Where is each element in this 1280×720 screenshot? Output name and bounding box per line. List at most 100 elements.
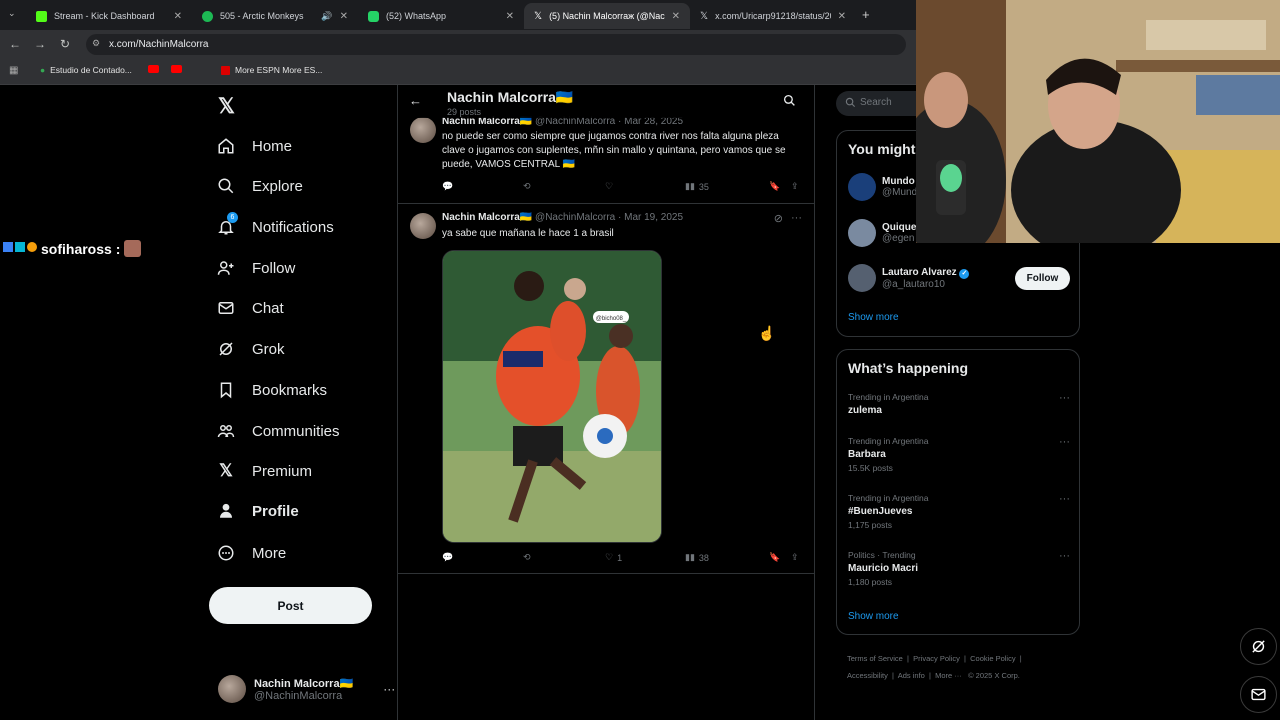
- close-icon[interactable]: ✕: [672, 11, 680, 22]
- show-more-link[interactable]: Show more: [848, 312, 899, 323]
- tweet[interactable]: Nachin Malcorra🇺🇦 @NachinMalcorra · Mar …: [398, 111, 814, 204]
- follow-button[interactable]: Follow: [1015, 267, 1070, 290]
- profile-timeline: ← Nachin Malcorra🇺🇦 29 posts Nachin Malc…: [397, 85, 815, 720]
- retweet-icon[interactable]: ⟲: [523, 181, 535, 192]
- communities-icon: [216, 421, 236, 441]
- sidebar-item-follow[interactable]: Follow: [216, 255, 295, 281]
- more-dots-icon[interactable]: ···: [1059, 392, 1070, 404]
- sidebar-item-home[interactable]: Home: [216, 133, 292, 159]
- sidebar-item-more[interactable]: More: [216, 540, 286, 566]
- search-icon[interactable]: [783, 94, 796, 112]
- mail-icon: [216, 298, 236, 318]
- post-button[interactable]: Post: [209, 587, 372, 624]
- trend-item[interactable]: Politics · Trending Mauricio Macri 1,180…: [848, 550, 1070, 587]
- reload-icon[interactable]: ↻: [60, 37, 70, 51]
- home-icon: [216, 136, 236, 156]
- close-icon[interactable]: ✕: [838, 11, 846, 22]
- maps-pin-icon: ●: [40, 65, 46, 75]
- tweet[interactable]: Nachin Malcorra🇺🇦 @NachinMalcorra · Mar …: [398, 204, 814, 574]
- tweet-image[interactable]: @bicho08_: [442, 250, 662, 543]
- sidebar-item-explore[interactable]: Explore: [216, 173, 303, 199]
- messages-floating-button[interactable]: [1240, 676, 1277, 713]
- sidebar-item-profile[interactable]: Profile: [216, 498, 299, 524]
- close-icon[interactable]: ✕: [506, 11, 514, 22]
- show-more-link[interactable]: Show more: [848, 611, 899, 622]
- forward-icon[interactable]: →: [34, 37, 46, 51]
- like-count: 1: [617, 552, 623, 563]
- tweet-actions: 💬 ⟲ ♡ 1 ▮▮ 38 🔖 ⇪: [442, 552, 806, 566]
- tab-x-profile[interactable]: 𝕏 (5) Nachin Malcorraж (@Nach ✕: [524, 3, 690, 29]
- back-icon[interactable]: ←: [9, 37, 21, 51]
- views-icon[interactable]: ▮▮ 35: [685, 181, 709, 192]
- reply-icon[interactable]: 💬: [442, 181, 457, 192]
- image-watermark: @bicho08_: [596, 316, 627, 322]
- retweet-icon[interactable]: ⟲: [523, 552, 535, 563]
- account-switcher[interactable]: Nachin Malcorra🇺🇦 @NachinMalcorra ···: [218, 675, 395, 703]
- close-icon[interactable]: ✕: [340, 11, 348, 22]
- more-dots-icon[interactable]: ···: [1059, 493, 1070, 505]
- more-dots-icon[interactable]: ···: [1059, 550, 1070, 562]
- sidebar-item-communities[interactable]: Communities: [216, 418, 340, 444]
- search-icon: [845, 97, 856, 111]
- avatar: [848, 264, 876, 292]
- views-icon[interactable]: ▮▮ 38: [685, 552, 709, 563]
- avatar: [848, 173, 876, 201]
- trend-item[interactable]: Trending in Argentina Barbara 15.5K post…: [848, 436, 1070, 473]
- grok-floating-button[interactable]: [1240, 628, 1277, 665]
- trend-item[interactable]: Trending in Argentina zulema ···: [848, 392, 1070, 416]
- tab-spotify[interactable]: 505 - Arctic Monkeys 🔊 ✕: [192, 3, 358, 29]
- trend-item[interactable]: Trending in Argentina #BuenJueves 1,175 …: [848, 493, 1070, 530]
- sidebar-item-notifications[interactable]: 6 Notifications: [216, 212, 334, 240]
- like-icon[interactable]: ♡: [605, 181, 617, 192]
- x-logo-icon: 𝕏: [534, 10, 543, 22]
- speaker-icon[interactable]: 🔊: [321, 11, 332, 22]
- tab-search-chevron-icon[interactable]: ⌄: [8, 8, 16, 19]
- new-tab-icon[interactable]: +: [862, 7, 870, 22]
- more-dots-icon[interactable]: ···: [383, 682, 395, 696]
- x-sidebar: 𝕏 Home Explore 6 Notifications Follow Ch…: [200, 85, 396, 720]
- tweet-actions: 💬 ⟲ ♡ ▮▮ 35 🔖 ⇪: [442, 181, 806, 195]
- bookmark-icon: [216, 380, 236, 400]
- view-count: 35: [698, 181, 709, 192]
- youtube-icon[interactable]: [171, 65, 182, 73]
- site-info-icon[interactable]: ⚙: [92, 38, 100, 49]
- sidebar-item-premium[interactable]: 𝕏 Premium: [216, 458, 312, 484]
- tab-kick[interactable]: Stream - Kick Dashboard ✕: [26, 3, 192, 29]
- kick-icon: [36, 10, 47, 22]
- apps-grid-icon[interactable]: ▦: [9, 65, 18, 76]
- espn-icon: [221, 65, 230, 75]
- chat-username: sofihaross :: [41, 240, 121, 257]
- like-icon[interactable]: ♡ 1: [605, 552, 622, 563]
- suggested-account[interactable]: Lautaro Alvarez ✓ @a_lautaro10: [848, 264, 970, 292]
- back-arrow-icon[interactable]: ←: [409, 93, 422, 108]
- share-icon[interactable]: ⇪: [791, 552, 799, 563]
- mouse-cursor-icon: ☝: [758, 325, 776, 341]
- grok-icon[interactable]: ⊘: [774, 212, 783, 225]
- bookmark-estudio[interactable]: ● Estudio de Contado...: [40, 65, 132, 75]
- more-dots-icon[interactable]: ···: [791, 212, 802, 224]
- tab-bar: ⌄ Stream - Kick Dashboard ✕ 505 - Arctic…: [0, 0, 916, 30]
- suggested-account[interactable]: Quique @egen: [848, 219, 916, 247]
- tab-x-status[interactable]: 𝕏 x.com/Uricarp91218/status/200 ✕: [690, 3, 856, 29]
- account-name: Nachin Malcorra🇺🇦: [254, 677, 354, 690]
- reply-icon[interactable]: 💬: [442, 552, 457, 563]
- suggested-account[interactable]: Mundo @Mund: [848, 173, 917, 201]
- bookmark-icon[interactable]: 🔖: [769, 181, 780, 192]
- follow-icon: [216, 258, 236, 278]
- sidebar-item-bookmarks[interactable]: Bookmarks: [216, 377, 327, 403]
- avatar: [410, 213, 436, 239]
- trends-title: What’s happening: [848, 360, 969, 376]
- url-input[interactable]: ⚙ x.com/NachinMalcorra: [86, 34, 906, 55]
- share-icon[interactable]: ⇪: [791, 181, 799, 192]
- tab-whatsapp[interactable]: (52) WhatsApp ✕: [358, 3, 524, 29]
- bookmark-espn[interactable]: More ESPN More ES...: [221, 65, 322, 75]
- youtube-icon[interactable]: [148, 65, 159, 73]
- bookmark-icon[interactable]: 🔖: [769, 552, 780, 563]
- bookmarks-bar: ▦ ● Estudio de Contado... More ESPN More…: [0, 59, 916, 85]
- close-icon[interactable]: ✕: [174, 11, 182, 22]
- more-dots-icon[interactable]: ···: [1059, 436, 1070, 448]
- x-logo-icon[interactable]: 𝕏: [218, 94, 235, 119]
- sidebar-item-chat[interactable]: Chat: [216, 295, 284, 321]
- sidebar-item-grok[interactable]: Grok: [216, 336, 285, 362]
- profile-header: ← Nachin Malcorra🇺🇦 29 posts: [398, 85, 814, 118]
